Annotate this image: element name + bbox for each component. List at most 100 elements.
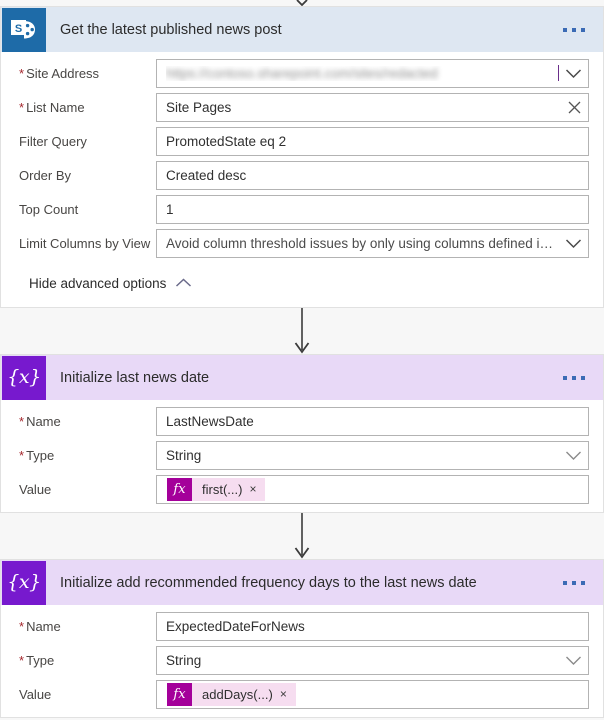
- remove-token-icon[interactable]: ×: [280, 688, 296, 700]
- action-card-initialize-last-news-date[interactable]: {x} Initialize last news date * Name Last…: [0, 354, 604, 513]
- menu-dot: [563, 580, 567, 585]
- card-body: * Name ExpectedDateForNews * Type String V…: [1, 605, 603, 717]
- field-row-list-name: * List Name Site Pages: [15, 92, 589, 122]
- chevron-down-icon[interactable]: [565, 238, 582, 249]
- field-row-value: Value fx first(...) ×: [15, 474, 589, 504]
- card-header[interactable]: {x} Initialize add recommended frequency…: [1, 560, 603, 605]
- variable-glyph: {x}: [7, 571, 41, 593]
- action-card-get-latest-published-news-post[interactable]: S Get the latest published news post * Si…: [0, 6, 604, 308]
- field-label-value: Value: [19, 686, 52, 702]
- list-name-combobox[interactable]: Site Pages: [156, 92, 589, 122]
- card-title: Initialize add recommended frequency day…: [60, 574, 477, 591]
- hide-advanced-options-button[interactable]: Hide advanced options: [15, 264, 589, 297]
- card-header[interactable]: {x} Initialize last news date: [1, 355, 603, 400]
- field-label-limit-columns-by-view: Limit Columns by View: [19, 235, 151, 251]
- svg-text:S: S: [15, 22, 22, 34]
- chevron-down-icon[interactable]: [565, 450, 582, 461]
- connector-arrow-1: [0, 308, 604, 354]
- field-row-value: Value fx addDays(...) ×: [15, 679, 589, 709]
- field-label-name: * Name: [19, 618, 61, 634]
- order-by-input[interactable]: Created desc: [156, 160, 589, 190]
- menu-dot: [563, 27, 567, 32]
- hide-advanced-options-label: Hide advanced options: [29, 276, 167, 291]
- field-row-limit-columns-by-view: Limit Columns by View Avoid column thres…: [15, 228, 589, 258]
- field-label-type: * Type: [19, 447, 55, 463]
- field-row-name: * Name LastNewsDate: [15, 406, 589, 436]
- field-row-name: * Name ExpectedDateForNews: [15, 611, 589, 641]
- variable-type-value: String: [166, 652, 202, 668]
- required-marker: *: [19, 447, 25, 463]
- field-label-site-address: * Site Address: [19, 65, 100, 81]
- site-address-value-redacted: https://contoso.sharepoint.com/sites/red…: [166, 66, 556, 81]
- menu-dot: [563, 375, 567, 380]
- card-menu-ellipsis-icon[interactable]: [563, 580, 585, 585]
- expression-token[interactable]: fx addDays(...) ×: [167, 682, 296, 706]
- site-address-combobox[interactable]: https://contoso.sharepoint.com/sites/red…: [156, 58, 589, 88]
- variable-name-input[interactable]: LastNewsDate: [156, 406, 589, 436]
- text-caret: [558, 65, 559, 81]
- expression-token-label: addDays(...): [202, 686, 273, 702]
- clear-icon[interactable]: [567, 100, 582, 115]
- action-card-initialize-expected-date-for-news[interactable]: {x} Initialize add recommended frequency…: [0, 559, 604, 718]
- chevron-up-icon: [175, 276, 192, 291]
- variable-value-input[interactable]: fx addDays(...) ×: [156, 679, 589, 709]
- expression-token[interactable]: fx first(...) ×: [167, 477, 266, 501]
- field-row-filter-query: Filter Query PromotedState eq 2: [15, 126, 589, 156]
- remove-token-icon[interactable]: ×: [249, 483, 265, 495]
- top-count-input[interactable]: 1: [156, 194, 589, 224]
- menu-dot: [581, 375, 585, 380]
- order-by-value: Created desc: [166, 167, 247, 183]
- field-row-type: * Type String: [15, 440, 589, 470]
- card-menu-ellipsis-icon[interactable]: [563, 375, 585, 380]
- menu-dot: [581, 580, 585, 585]
- field-label-value: Value: [19, 481, 52, 497]
- menu-dot: [572, 27, 576, 32]
- card-body: *Name LastNewsDate *Type String Value: [1, 400, 603, 512]
- menu-dot: [572, 375, 576, 380]
- variable-value-input[interactable]: fx first(...) ×: [156, 474, 589, 504]
- required-marker: *: [19, 65, 25, 81]
- filter-query-value: PromotedState eq 2: [166, 133, 287, 149]
- card-menu-ellipsis-icon[interactable]: [563, 27, 585, 32]
- field-label-filter-query: Filter Query: [19, 133, 87, 149]
- variable-icon: {x}: [2, 355, 46, 400]
- variable-glyph: {x}: [7, 366, 41, 388]
- field-label-top-count: Top Count: [19, 201, 79, 217]
- card-header[interactable]: S Get the latest published news post: [1, 7, 603, 52]
- chevron-down-icon[interactable]: [565, 68, 582, 79]
- menu-dot: [581, 27, 585, 32]
- flow-canvas: S Get the latest published news post * Si…: [0, 0, 604, 718]
- site-address-value: https://contoso.sharepoint.com/sites/red…: [166, 65, 438, 81]
- card-title: Initialize last news date: [60, 369, 210, 386]
- sharepoint-icon: S: [2, 7, 46, 52]
- variable-name-input[interactable]: ExpectedDateForNews: [156, 611, 589, 641]
- field-row-site-address: * Site Address https://contoso.sharepoint…: [15, 58, 589, 88]
- field-label-type: * Type: [19, 652, 55, 668]
- required-marker: *: [19, 413, 25, 429]
- variable-type-dropdown[interactable]: String: [156, 645, 589, 675]
- variable-icon: {x}: [2, 560, 46, 605]
- required-marker: *: [19, 99, 25, 115]
- fx-icon: fx: [167, 682, 192, 706]
- list-name-value: Site Pages: [166, 99, 232, 115]
- card-body: * Site Address https://contoso.sharepoint…: [1, 52, 603, 307]
- menu-dot: [572, 580, 576, 585]
- field-label-name: * Name: [19, 413, 61, 429]
- chevron-down-icon[interactable]: [565, 655, 582, 666]
- field-row-order-by: Order By Created desc: [15, 160, 589, 190]
- top-count-value: 1: [166, 201, 174, 217]
- field-label-list-name: * List Name: [19, 99, 85, 115]
- required-marker: *: [19, 618, 25, 634]
- field-row-type: * Type String: [15, 645, 589, 675]
- variable-type-dropdown[interactable]: String: [156, 440, 589, 470]
- limit-columns-by-view-value: Avoid column threshold issues by only us…: [166, 235, 559, 251]
- expression-token-label: first(...): [202, 481, 243, 497]
- connector-arrow-2: [0, 513, 604, 559]
- fx-icon: fx: [167, 477, 192, 501]
- required-marker: *: [19, 652, 25, 668]
- variable-name-value: ExpectedDateForNews: [166, 618, 305, 634]
- variable-name-value: LastNewsDate: [166, 413, 254, 429]
- filter-query-input[interactable]: PromotedState eq 2: [156, 126, 589, 156]
- variable-type-value: String: [166, 447, 202, 463]
- limit-columns-by-view-dropdown[interactable]: Avoid column threshold issues by only us…: [156, 228, 589, 258]
